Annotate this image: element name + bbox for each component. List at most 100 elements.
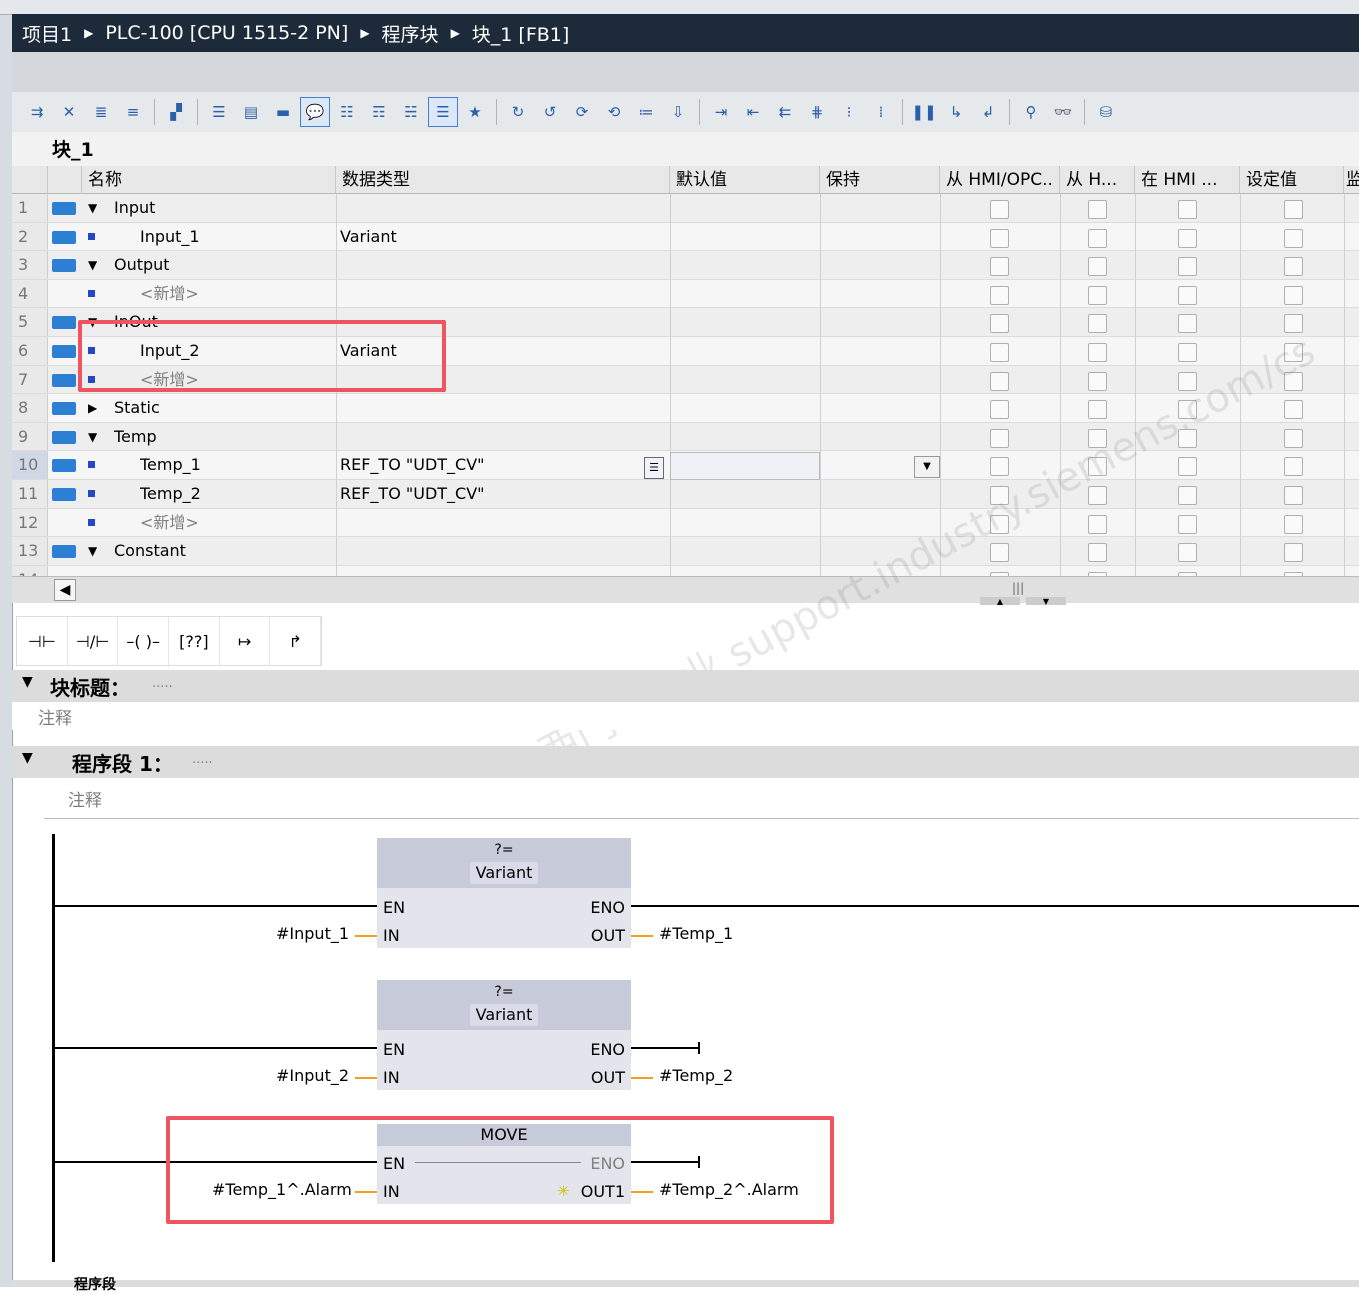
list-view-icon[interactable]: ☰ [204,97,234,127]
attribute-checkbox[interactable] [1284,229,1303,248]
attribute-checkbox[interactable] [1088,343,1107,362]
empty-box-icon[interactable]: [??] [169,617,220,665]
retain-dropdown-icon[interactable]: ▼ [914,456,940,478]
variable-name[interactable]: <新增> [140,509,199,537]
column-header-default[interactable]: 默认值 [670,166,820,194]
go-to-next-error-icon[interactable]: ↻ [503,97,533,127]
absolute-operand-icon[interactable]: ☷ [332,97,362,127]
column-header-setpoint[interactable]: 设定值 [1240,166,1344,194]
attribute-checkbox[interactable] [990,314,1009,333]
coil-icon[interactable]: –( )– [118,617,169,665]
attribute-checkbox[interactable] [1284,543,1303,562]
symbolic-operand-icon[interactable]: ☶ [364,97,394,127]
table-row[interactable]: 13▼Constant [12,537,1359,566]
box-2-out-operand[interactable]: #Temp_2 [659,1066,733,1085]
collapse-icon[interactable]: ▼ [88,251,97,279]
attribute-checkbox[interactable] [990,257,1009,276]
attribute-checkbox[interactable] [990,343,1009,362]
compile-icon[interactable]: ⇩ [663,97,693,127]
table-row[interactable]: 12<新增> [12,509,1359,538]
column-header-hmi-opc[interactable]: 从 HMI/OPC.. [940,166,1060,194]
panel-view-icon[interactable]: ▬ [268,97,298,127]
box-1-type[interactable]: Variant [470,862,539,884]
attribute-checkbox[interactable] [1178,286,1197,305]
outdent-icon[interactable]: ⇤ [738,97,768,127]
attribute-checkbox[interactable] [1088,543,1107,562]
update-calls-icon[interactable]: ⟳ [567,97,597,127]
collapse-icon[interactable]: ▼ [88,194,97,222]
close-branch-icon[interactable]: ↱ [270,617,321,665]
insert-row-icon[interactable]: ⇉ [22,97,52,127]
attribute-checkbox[interactable] [990,372,1009,391]
outdent-more-icon[interactable]: ⇇ [770,97,800,127]
variable-name[interactable]: Input [114,194,155,222]
normally-closed-contact-icon[interactable]: ⊣/⊢ [68,617,119,665]
attribute-checkbox[interactable] [990,200,1009,219]
expand-icon[interactable]: ▶ [88,394,97,422]
attribute-checkbox[interactable] [1088,372,1107,391]
variable-datatype[interactable]: REF_TO "UDT_CV" [340,480,485,508]
step-into-icon[interactable]: ↳ [941,97,971,127]
column-header-in-hmi[interactable]: 在 HMI ... [1135,166,1240,194]
variable-name[interactable]: <新增> [140,280,199,308]
collapse-icon[interactable]: ▼ [88,537,97,565]
display-icon[interactable]: ▞ [161,97,191,127]
scroll-down-icon[interactable]: ▼ [1026,597,1066,605]
scroll-up-icon[interactable]: ▲ [980,597,1020,605]
cross-reference-icon[interactable]: ≔ [631,97,661,127]
column-header-datatype[interactable]: 数据类型 [336,166,670,194]
call-structure-icon[interactable]: ⟲ [599,97,629,127]
align-icon[interactable]: ⋕ [802,97,832,127]
attribute-checkbox[interactable] [990,286,1009,305]
delete-network-icon[interactable]: ≡ [118,97,148,127]
attribute-checkbox[interactable] [1088,400,1107,419]
variable-datatype[interactable]: Variant [340,223,397,251]
attribute-checkbox[interactable] [1088,229,1107,248]
favorites-star-icon[interactable]: ★ [460,97,490,127]
attribute-checkbox[interactable] [1178,229,1197,248]
box-1-out-operand[interactable]: #Temp_1 [659,924,733,943]
table-row[interactable]: 3▼Output [12,251,1359,280]
breadcrumb-program-blocks[interactable]: 程序块 [372,20,449,47]
table-row[interactable]: 11Temp_2REF_TO "UDT_CV" [12,480,1359,509]
attribute-checkbox[interactable] [1178,486,1197,505]
attribute-checkbox[interactable] [1178,543,1197,562]
variant-compare-box-2[interactable]: ?= Variant EN ENO IN OUT [377,980,631,1090]
normally-open-contact-icon[interactable]: ⊣⊢ [17,617,68,665]
delete-row-icon[interactable]: ✕ [54,97,84,127]
collapse-block-title-icon[interactable]: ▼ [22,674,33,690]
operand-info-icon[interactable]: ☵ [396,97,426,127]
pause-icon[interactable]: ❚❚ [909,97,939,127]
box-2-in-operand[interactable]: #Input_2 [276,1066,349,1085]
datatype-list-button[interactable]: ☰ [644,457,664,479]
block-comment[interactable]: 注释 [12,702,852,730]
scroll-left-icon[interactable]: ◀ [54,579,76,601]
bookmark-icon[interactable]: ⁝ [834,97,864,127]
variable-name[interactable]: Temp_1 [140,451,201,479]
attribute-checkbox[interactable] [1284,257,1303,276]
breakpoint-icon[interactable]: ⁞ [866,97,896,127]
attribute-checkbox[interactable] [1178,257,1197,276]
attribute-checkbox[interactable] [1178,200,1197,219]
scroll-thumb-grip[interactable]: ||| [1012,581,1024,595]
attribute-checkbox[interactable] [990,229,1009,248]
attribute-checkbox[interactable] [1284,486,1303,505]
attribute-checkbox[interactable] [1088,257,1107,276]
load-snapshot-icon[interactable]: ⛁ [1091,97,1121,127]
attribute-checkbox[interactable] [1284,286,1303,305]
table-row[interactable]: 4<新增> [12,280,1359,309]
attribute-checkbox[interactable] [1088,200,1107,219]
attribute-checkbox[interactable] [1088,286,1107,305]
attribute-checkbox[interactable] [1178,515,1197,534]
column-header-monitor[interactable]: 监 [1344,166,1359,194]
collapse-icon[interactable]: ▼ [88,423,97,451]
attribute-checkbox[interactable] [990,429,1009,448]
favorites-icon[interactable]: ☰ [428,97,458,127]
monitor-icon[interactable]: ⚲ [1016,97,1046,127]
glasses-icon[interactable]: 👓 [1048,97,1078,127]
variable-name[interactable]: Static [114,394,160,422]
breadcrumb-project[interactable]: 项目1 [12,20,82,47]
go-to-previous-error-icon[interactable]: ↺ [535,97,565,127]
breadcrumb-block[interactable]: 块_1 [FB1] [462,20,580,47]
attribute-checkbox[interactable] [1178,314,1197,333]
